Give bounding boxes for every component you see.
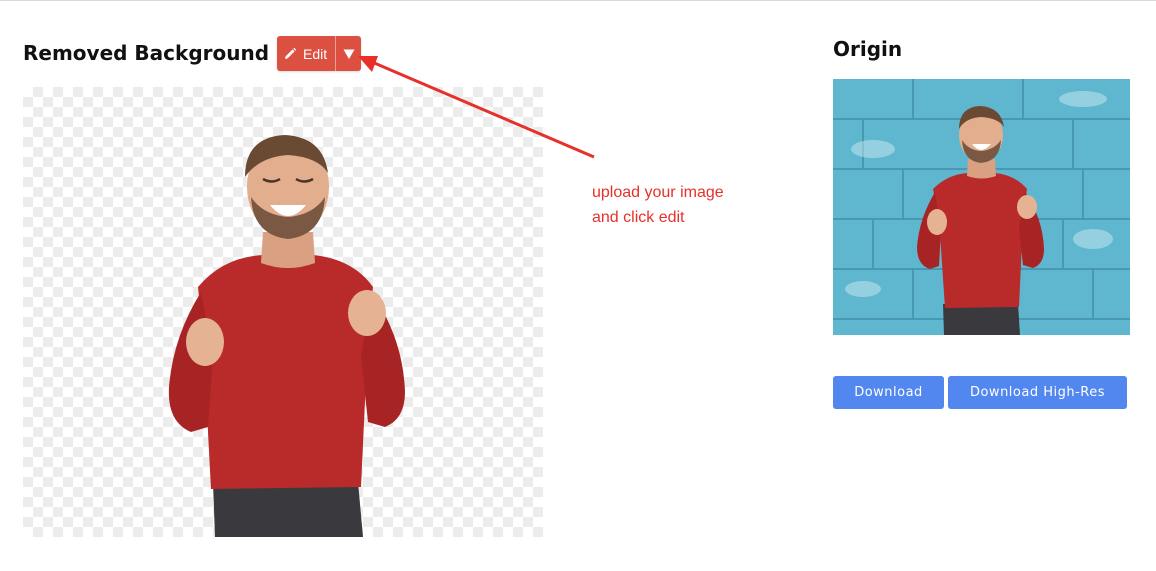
top-divider — [0, 0, 1156, 1]
pencil-icon — [285, 47, 297, 59]
edit-split-button[interactable]: Edit — [277, 36, 361, 71]
removed-background-canvas — [23, 87, 543, 537]
cutout-person-image — [168, 135, 405, 537]
annotation-line-2: and click edit — [592, 209, 685, 226]
annotation-line-1: upload your image — [592, 184, 724, 201]
download-high-res-button[interactable]: Download High-Res — [948, 376, 1127, 409]
origin-image-frame — [833, 79, 1130, 335]
edit-button-label: Edit — [303, 45, 328, 62]
origin-title: Origin — [833, 37, 903, 61]
download-button[interactable]: Download — [833, 376, 944, 409]
origin-photo — [833, 79, 1130, 335]
caret-down-icon — [343, 49, 354, 59]
removed-background-title: Removed Background — [23, 41, 270, 65]
edit-dropdown-toggle[interactable] — [336, 36, 361, 71]
edit-button[interactable]: Edit — [277, 36, 335, 71]
annotation-hint: upload your image and click edit — [592, 180, 724, 230]
